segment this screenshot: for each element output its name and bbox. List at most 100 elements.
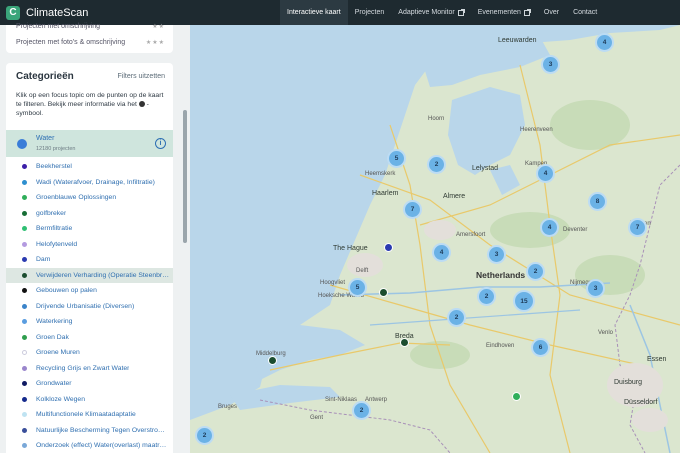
category-list: Beekherstel Wadi (Waterafvoer, Drainage, … [6,159,173,453]
project-cluster-marker[interactable]: 3 [487,245,506,264]
project-cluster-marker[interactable]: 8 [588,192,607,211]
category-color-dot [22,396,27,402]
project-cluster-marker[interactable]: 7 [628,218,647,237]
brand[interactable]: C ClimateScan [6,5,89,20]
category-color-dot [22,412,27,418]
place-label: Heemskerk [365,171,396,177]
category-item[interactable]: Groenblauwe Oplossingen [6,190,173,206]
filter-with-photos-description[interactable]: Projecten met foto's & omschrijving [16,39,125,46]
category-item[interactable]: Recycling Grijs en Zwart Water [6,361,173,377]
project-cluster-marker[interactable]: 2 [477,287,496,306]
category-item[interactable]: golfbreker [6,206,173,222]
nav-about[interactable]: Over [537,0,566,25]
project-cluster-marker[interactable]: 2 [447,308,466,327]
category-label: Groen Dak [36,333,69,341]
category-label: Onderzoek (effect) Water(overlast) maatr… [36,442,169,450]
category-item[interactable]: Grondwater [6,376,173,392]
main-nav: Interactieve kaart Projecten Adaptieve M… [280,0,604,25]
categories-title: Categorieën [16,71,74,82]
category-color-dot [17,139,27,149]
map[interactable]: Leeuwarden Heerenveen Emmen Hoorn Heemsk… [190,25,680,453]
project-pin[interactable] [512,392,521,401]
category-item[interactable]: Onderzoek (effect) Water(overlast) maatr… [6,438,173,453]
brand-name: ClimateScan [26,6,89,19]
category-item[interactable]: Groene Muren [6,345,173,361]
nav-adaptive-monitor[interactable]: Adaptieve Monitor [391,0,470,25]
category-item[interactable]: Beekherstel [6,159,173,175]
category-color-dot [22,272,27,278]
nav-projects[interactable]: Projecten [348,0,392,25]
category-item[interactable]: Waterkering [6,314,173,330]
categories-description: Klik op een focus topic om de punten op … [16,91,168,118]
category-item[interactable]: Natuurlijke Bescherming Tegen Overstromi… [6,423,173,439]
project-cluster-marker[interactable]: 7 [403,200,422,219]
project-cluster-marker[interactable]: 2 [195,426,214,445]
category-item[interactable]: Drijvende Urbanisatie (Diversen) [6,299,173,315]
category-item[interactable]: Multifunctionele Klimaatadaptatie [6,407,173,423]
project-cluster-marker[interactable]: 3 [586,279,605,298]
category-label: golfbreker [36,209,67,217]
project-cluster-marker[interactable]: 2 [427,155,446,174]
category-label: Gebouwen op palen [36,287,97,295]
filter-with-description[interactable]: Projecten met omschrijving [16,23,100,30]
nav-label: Projecten [354,9,385,16]
project-cluster-marker[interactable]: 15 [513,290,535,312]
place-label: Lelystad [472,165,499,172]
category-item[interactable]: Wadi (Waterafvoer, Drainage, Infiltratie… [6,175,173,191]
category-color-dot [22,427,27,433]
project-cluster-marker[interactable]: 2 [526,262,545,281]
project-cluster-marker[interactable]: 4 [595,33,614,52]
info-icon[interactable]: i [155,138,166,149]
category-color-dot [22,257,27,263]
place-label: Hoogvliet [320,280,346,286]
project-cluster-marker[interactable]: 4 [536,164,555,183]
project-cluster-marker[interactable]: 3 [541,55,560,74]
category-label: Helofytenveld [36,240,78,248]
sidebar-scrollbar[interactable] [183,110,187,243]
project-cluster-marker[interactable]: 6 [531,338,550,357]
nav-interactive-map[interactable]: Interactieve kaart [280,0,348,25]
country-label: Netherlands [476,270,526,280]
category-color-dot [22,164,27,170]
place-label: Deventer [563,227,588,233]
category-label: Groene Muren [36,349,80,357]
project-pin[interactable] [379,288,388,297]
category-color-dot [22,319,27,325]
category-label: Drijvende Urbanisatie (Diversen) [36,302,135,310]
category-selected-water[interactable]: Water 12180 projecten i [6,130,173,157]
category-item[interactable]: Gebouwen op palen [6,283,173,299]
category-color-dot [22,210,27,216]
category-color-dot [22,288,27,294]
category-label: Waterkering [36,318,73,326]
project-pin[interactable] [268,356,277,365]
climatescan-logo-icon: C [6,5,20,20]
clear-filters-link[interactable]: Filters uitzetten [118,73,165,80]
project-cluster-marker[interactable]: 4 [540,218,559,237]
category-item[interactable]: Kolkloze Wegen [6,392,173,408]
place-label: Amersfoort [456,232,486,238]
project-pin[interactable] [384,243,393,252]
nav-contact[interactable]: Contact [566,0,604,25]
selected-category-name: Water [36,135,55,142]
nav-events[interactable]: Evenementen [471,0,537,25]
category-color-dot [22,226,27,232]
category-item[interactable]: Groen Dak [6,330,173,346]
category-label: Multifunctionele Klimaatadaptatie [36,411,136,419]
category-label: Dam [36,256,51,264]
nav-label: Over [543,9,560,16]
nav-label: Interactieve kaart [287,9,341,16]
place-label: Eindhoven [486,343,515,349]
project-pin[interactable] [400,338,409,347]
project-cluster-marker[interactable]: 5 [387,149,406,168]
category-item[interactable]: Verwijderen Verharding (Operatie Steenbr… [6,267,173,283]
category-item[interactable]: Helofytenveld [6,237,173,253]
categories-panel: Categorieën Filters uitzetten Klik op ee… [6,63,173,453]
project-cluster-marker[interactable]: 2 [352,401,371,420]
project-cluster-marker[interactable]: 4 [432,243,451,262]
place-label: Essen [647,356,667,363]
category-item[interactable]: Bermfiltratie [6,221,173,237]
category-color-dot [22,443,27,449]
category-item[interactable]: Dam [6,252,173,268]
place-label: Hoorn [428,116,445,122]
project-cluster-marker[interactable]: 5 [348,278,367,297]
